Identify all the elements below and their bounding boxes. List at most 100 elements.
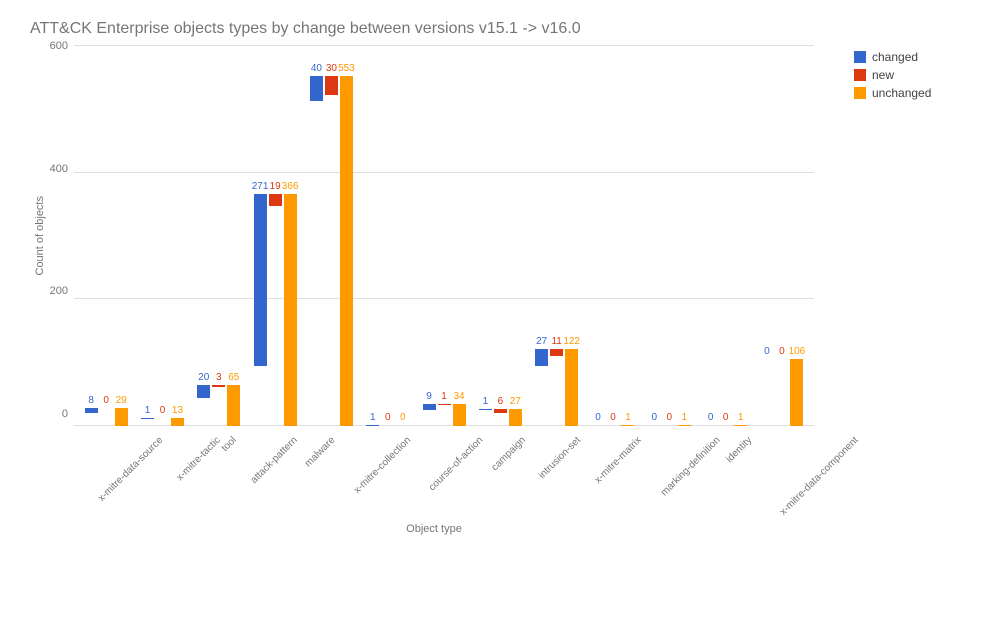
y-tick: 200 <box>50 285 68 297</box>
x-tick-cell: course-of-action <box>403 426 475 443</box>
bar: 0 <box>760 359 773 360</box>
bar-group: 00106 <box>754 359 810 426</box>
legend-label: unchanged <box>872 86 931 100</box>
bar: 27 <box>535 349 548 366</box>
bar: 0 <box>591 425 604 426</box>
legend-label: new <box>872 68 894 82</box>
bar: 0 <box>156 418 169 419</box>
x-axis-label: Object type <box>64 523 804 535</box>
bar: 8 <box>85 408 98 413</box>
y-tick: 400 <box>50 163 68 175</box>
bar: 6 <box>494 409 507 413</box>
bar: 0 <box>100 408 113 409</box>
data-label: 1 <box>738 412 744 425</box>
x-tick-label: x-mitre-collection <box>352 435 413 496</box>
bar: 11 <box>550 349 563 356</box>
bar: 0 <box>381 425 394 426</box>
data-label: 0 <box>779 346 785 359</box>
bar: 1 <box>366 425 379 426</box>
data-label: 29 <box>116 395 127 408</box>
data-label: 1 <box>682 412 688 425</box>
legend-item-new: new <box>854 68 931 82</box>
bar-group: 1013 <box>134 418 190 426</box>
data-label: 0 <box>103 395 109 408</box>
y-axis-ticks: 600 400 200 0 <box>46 46 74 426</box>
data-label: 0 <box>160 405 166 418</box>
bar-group: 2711122 <box>529 349 585 426</box>
bar: 13 <box>171 418 184 426</box>
bar: 27 <box>509 409 522 426</box>
data-label: 0 <box>708 412 714 425</box>
data-label: 0 <box>385 412 391 425</box>
bar: 366 <box>284 194 297 426</box>
x-tick-label: x-mitre-data-component <box>778 435 861 518</box>
bar: 20 <box>197 385 210 398</box>
x-tick-cell: x-mitre-data-component <box>744 426 850 443</box>
legend: changed new unchanged <box>854 50 931 535</box>
data-label: 27 <box>536 336 547 349</box>
data-label: 19 <box>270 181 281 194</box>
legend-item-changed: changed <box>854 50 931 64</box>
legend-swatch-icon <box>854 51 866 63</box>
legend-item-unchanged: unchanged <box>854 86 931 100</box>
bar-group: 20365 <box>191 385 247 426</box>
bar: 3 <box>212 385 225 387</box>
data-label: 0 <box>764 346 770 359</box>
bar-group: 8029 <box>78 408 134 426</box>
x-tick-cell: x-mitre-data-source <box>68 426 155 443</box>
bar: 0 <box>396 425 409 426</box>
bar: 19 <box>269 194 282 206</box>
x-tick-label: marking-definition <box>659 435 723 499</box>
legend-swatch-icon <box>854 87 866 99</box>
bar-group: 27119366 <box>247 194 303 426</box>
data-label: 11 <box>551 336 561 349</box>
data-label: 1 <box>441 391 447 404</box>
data-label: 27 <box>510 396 521 409</box>
bar: 1 <box>621 425 634 426</box>
bar: 1 <box>141 418 154 419</box>
bar-group: 001 <box>697 425 753 426</box>
bar: 0 <box>648 425 661 426</box>
data-label: 13 <box>172 405 183 418</box>
data-label: 0 <box>595 412 601 425</box>
x-tick-cell: marking-definition <box>633 426 712 443</box>
data-label: 0 <box>652 412 658 425</box>
bar: 271 <box>254 194 267 366</box>
bar: 0 <box>775 359 788 360</box>
data-label: 106 <box>789 346 806 359</box>
data-label: 0 <box>610 412 616 425</box>
data-label: 34 <box>453 391 464 404</box>
bars-layer: 8029101320365271193664030553100913416272… <box>74 46 814 426</box>
bar: 1 <box>438 404 451 405</box>
chart-container: Count of objects 600 400 200 0 802910132… <box>30 46 983 535</box>
plot-area: 8029101320365271193664030553100913416272… <box>74 46 814 426</box>
bar-group: 1627 <box>472 409 528 426</box>
x-tick-label: course-of-action <box>426 435 484 493</box>
x-tick-label: attack-pattern <box>249 435 300 486</box>
bar: 9 <box>423 404 436 410</box>
x-tick-cell: x-mitre-collection <box>327 426 403 443</box>
bar: 1 <box>734 425 747 426</box>
bar: 0 <box>719 425 732 426</box>
bar: 29 <box>115 408 128 426</box>
bar: 30 <box>325 76 338 95</box>
legend-label: changed <box>872 50 918 64</box>
bar: 34 <box>453 404 466 426</box>
x-axis-labels: x-mitre-data-sourcex-mitre-tactictoolatt… <box>64 426 804 443</box>
x-tick-label: malware <box>303 435 338 470</box>
data-label: 0 <box>723 412 729 425</box>
bar: 122 <box>565 349 578 426</box>
data-label: 1 <box>145 405 151 418</box>
x-tick-label: intrusion-set <box>536 435 582 481</box>
data-label: 1 <box>370 412 376 425</box>
data-label: 40 <box>311 63 322 76</box>
bar: 65 <box>227 385 240 426</box>
bar: 40 <box>310 76 323 101</box>
bar: 0 <box>704 425 717 426</box>
data-label: 553 <box>338 63 355 76</box>
y-tick: 600 <box>50 40 68 52</box>
x-tick-label: x-mitre-data-source <box>96 435 165 504</box>
bar: 553 <box>340 76 353 426</box>
data-label: 366 <box>282 181 299 194</box>
bar-group: 9134 <box>416 404 472 426</box>
